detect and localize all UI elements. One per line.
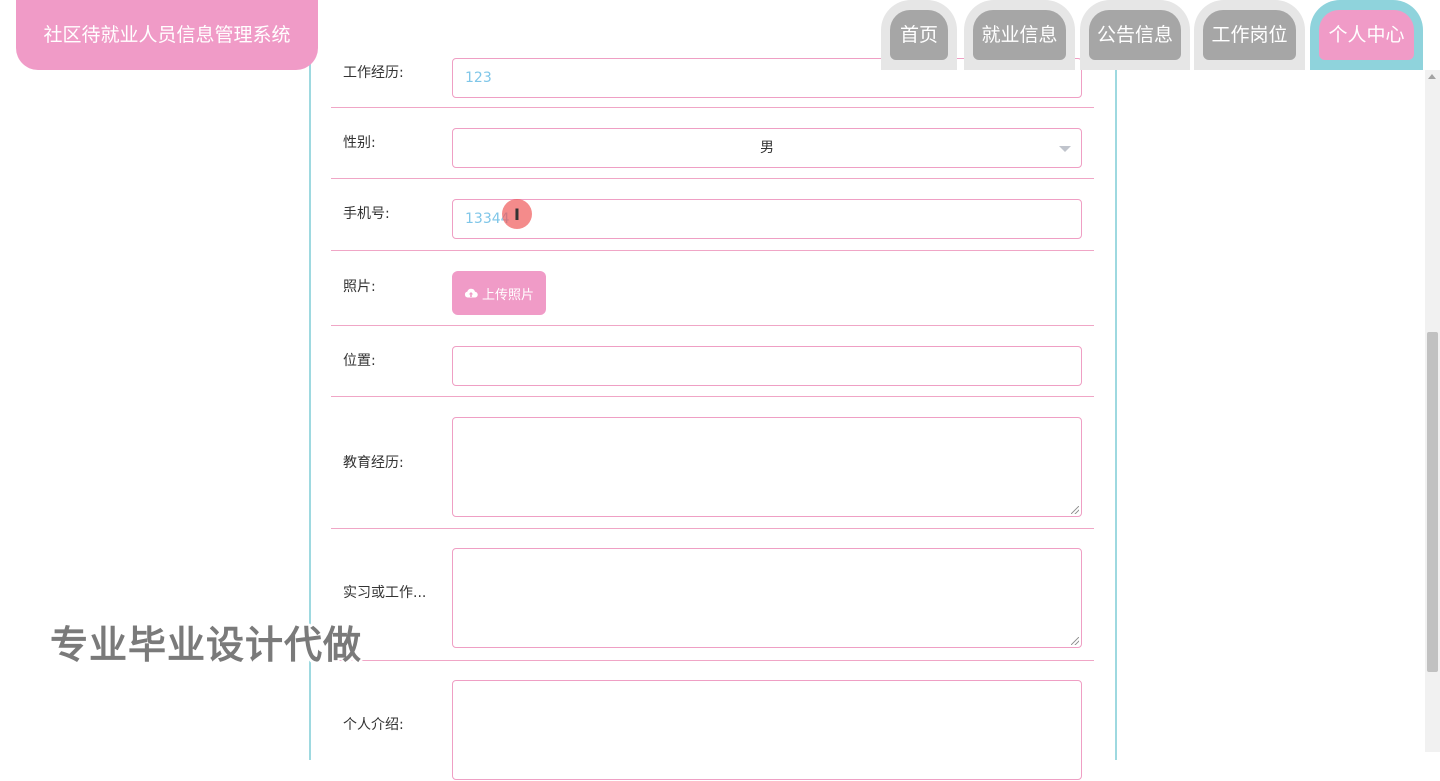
phone-input[interactable] bbox=[453, 200, 1081, 238]
text-cursor-icon: I bbox=[502, 199, 532, 229]
watermark-text: 专业毕业设计代做 bbox=[50, 623, 363, 667]
gender-select[interactable]: 男 bbox=[452, 128, 1082, 168]
tab-personal-center[interactable]: 个人中心 bbox=[1310, 0, 1423, 70]
intro-label: 个人介绍: bbox=[343, 717, 404, 733]
intro-textarea[interactable] bbox=[452, 680, 1082, 780]
tab-announcements[interactable]: 公告信息 bbox=[1080, 0, 1190, 70]
page-scrollbar[interactable] bbox=[1425, 70, 1440, 752]
upload-photo-button[interactable]: 上传照片 bbox=[452, 271, 546, 315]
form-row-internship: 实习或工作... bbox=[331, 529, 1094, 661]
gender-selected-value: 男 bbox=[760, 140, 774, 156]
cloud-upload-icon bbox=[464, 288, 478, 298]
tab-personal-center-label: 个人中心 bbox=[1319, 10, 1414, 60]
form-row-photo: 照片: 上传照片 bbox=[331, 251, 1094, 326]
tab-employment-info[interactable]: 就业信息 bbox=[964, 0, 1075, 70]
location-field[interactable] bbox=[452, 346, 1082, 386]
profile-form-panel: 工作经历: 性别: 男 手机号: 照片: 上传照片 位置: bbox=[309, 0, 1117, 780]
tab-job-positions[interactable]: 工作岗位 bbox=[1194, 0, 1305, 70]
resize-handle-icon[interactable] bbox=[1071, 637, 1079, 645]
gender-label: 性别: bbox=[343, 135, 376, 151]
tab-home[interactable]: 首页 bbox=[881, 0, 957, 70]
tab-employment-info-label: 就业信息 bbox=[973, 10, 1066, 60]
scroll-thumb[interactable] bbox=[1427, 332, 1438, 672]
tab-announcements-label: 公告信息 bbox=[1089, 10, 1181, 60]
tab-job-positions-label: 工作岗位 bbox=[1203, 10, 1296, 60]
phone-field[interactable] bbox=[452, 199, 1082, 239]
photo-label: 照片: bbox=[343, 279, 376, 295]
form-row-phone: 手机号: bbox=[331, 179, 1094, 251]
chevron-down-icon bbox=[1059, 146, 1071, 152]
tab-home-label: 首页 bbox=[890, 10, 948, 60]
form-row-location: 位置: bbox=[331, 326, 1094, 397]
education-label: 教育经历: bbox=[343, 455, 404, 471]
resize-handle-icon[interactable] bbox=[1071, 506, 1079, 514]
form-row-intro: 个人介绍: bbox=[331, 661, 1094, 781]
location-input[interactable] bbox=[453, 347, 1081, 385]
form-row-education: 教育经历: bbox=[331, 397, 1094, 529]
top-nav: 首页 就业信息 公告信息 工作岗位 个人中心 bbox=[0, 0, 1440, 70]
education-textarea[interactable] bbox=[452, 417, 1082, 517]
internship-textarea[interactable] bbox=[452, 548, 1082, 648]
upload-photo-label: 上传照片 bbox=[481, 287, 534, 303]
phone-label: 手机号: bbox=[343, 206, 390, 222]
internship-label: 实习或工作... bbox=[343, 585, 427, 601]
form-row-gender: 性别: 男 bbox=[331, 108, 1094, 179]
scroll-up-icon[interactable] bbox=[1428, 74, 1436, 79]
location-label: 位置: bbox=[343, 353, 376, 369]
